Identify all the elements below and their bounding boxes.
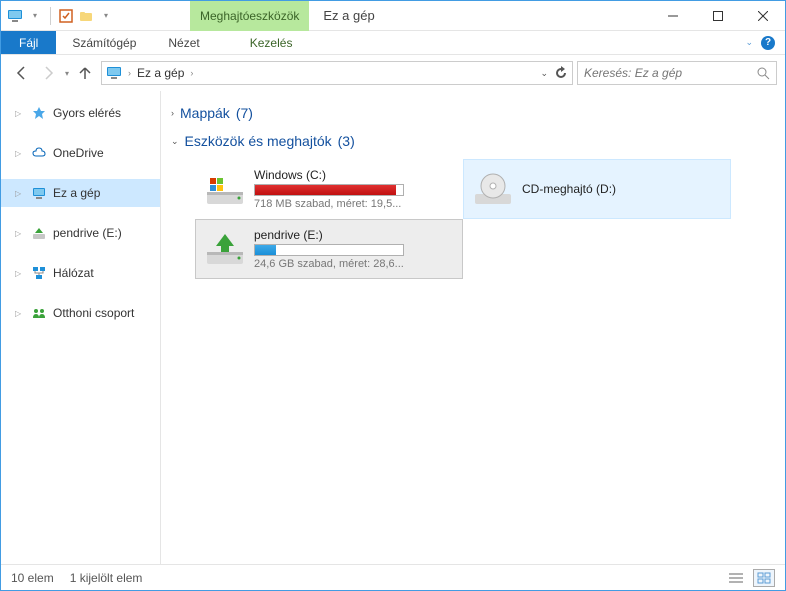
- tab-file[interactable]: Fájl: [1, 31, 56, 54]
- view-tiles-button[interactable]: [753, 569, 775, 587]
- body: ▷ Gyors elérés ▷ OneDrive ▷ Ez a gép ▷ p…: [1, 91, 785, 564]
- group-label: Eszközök és meghajtók: [185, 133, 332, 149]
- minimize-button[interactable]: [650, 1, 695, 30]
- drive-name: pendrive (E:): [254, 228, 454, 242]
- qat-dropdown-icon[interactable]: ▾: [27, 8, 43, 24]
- view-details-button[interactable]: [725, 569, 747, 587]
- ribbon-tabs: Fájl Számítógép Nézet Kezelés ⌄ ?: [1, 31, 785, 55]
- new-folder-icon[interactable]: [78, 8, 94, 24]
- maximize-button[interactable]: [695, 1, 740, 30]
- ribbon-collapse-icon[interactable]: ⌄: [745, 37, 753, 48]
- network-icon: [31, 265, 47, 281]
- navigation-pane: ▷ Gyors elérés ▷ OneDrive ▷ Ez a gép ▷ p…: [1, 91, 161, 564]
- star-icon: [31, 105, 47, 121]
- group-count: (3): [338, 133, 355, 149]
- chevron-right-icon[interactable]: ▷: [15, 229, 25, 238]
- sidebar-item-this-pc[interactable]: ▷ Ez a gép: [1, 179, 160, 207]
- search-icon[interactable]: [757, 67, 770, 80]
- sidebar-item-onedrive[interactable]: ▷ OneDrive: [1, 139, 160, 167]
- properties-icon[interactable]: [58, 8, 74, 24]
- drive-pendrive-e[interactable]: pendrive (E:) 24,6 GB szabad, méret: 28,…: [195, 219, 463, 279]
- chevron-down-icon: ⌄: [171, 136, 179, 147]
- sidebar-item-label: Gyors elérés: [53, 106, 121, 120]
- back-button[interactable]: [9, 61, 33, 85]
- chevron-right-icon[interactable]: ▷: [15, 309, 25, 318]
- sidebar-item-label: Ez a gép: [53, 186, 100, 200]
- address-bar[interactable]: › Ez a gép › ⌄: [101, 61, 573, 85]
- quick-access-toolbar: ▾ ▾: [1, 1, 120, 30]
- up-button[interactable]: [73, 61, 97, 85]
- cd-icon: [472, 168, 514, 210]
- tab-view[interactable]: Nézet: [152, 31, 215, 54]
- drive-name: CD-meghajtó (D:): [522, 182, 722, 196]
- status-selected-count: 1 kijelölt elem: [70, 571, 143, 585]
- breadcrumb-chevron-icon[interactable]: ›: [190, 68, 193, 78]
- this-pc-icon: [7, 8, 23, 24]
- qat-customize-icon[interactable]: ▾: [98, 8, 114, 24]
- drive-cd-d[interactable]: CD-meghajtó (D:): [463, 159, 731, 219]
- sidebar-item-quick-access[interactable]: ▷ Gyors elérés: [1, 99, 160, 127]
- this-pc-icon: [31, 185, 47, 201]
- drives-grid: Windows (C:) 718 MB szabad, méret: 19,5.…: [171, 155, 775, 287]
- window-title: Ez a gép: [309, 8, 388, 23]
- chevron-right-icon[interactable]: ▷: [15, 269, 25, 278]
- chevron-right-icon: ›: [171, 108, 174, 118]
- sidebar-item-label: Hálózat: [53, 266, 94, 280]
- search-box[interactable]: [577, 61, 777, 85]
- drive-freespace: 24,6 GB szabad, méret: 28,6...: [254, 258, 454, 270]
- homegroup-icon: [31, 305, 47, 321]
- drive-capacity-bar: [254, 244, 404, 256]
- close-button[interactable]: [740, 1, 785, 30]
- contextual-tab-header: Meghajtóeszközök: [190, 1, 309, 31]
- status-item-count: 10 elem: [11, 571, 54, 585]
- sidebar-item-label: OneDrive: [53, 146, 104, 160]
- chevron-right-icon[interactable]: ▷: [15, 189, 25, 198]
- cloud-icon: [31, 145, 47, 161]
- chevron-right-icon[interactable]: ▷: [15, 149, 25, 158]
- group-drives-header[interactable]: ⌄ Eszközök és meghajtók (3): [171, 127, 775, 155]
- titlebar: ▾ ▾ Meghajtóeszközök Ez a gép: [1, 1, 785, 31]
- recent-dropdown-icon[interactable]: ▾: [65, 69, 69, 78]
- navigation-bar: ▾ › Ez a gép › ⌄: [1, 55, 785, 91]
- statusbar: 10 elem 1 kijelölt elem: [1, 564, 785, 590]
- drive-capacity-bar: [254, 184, 404, 196]
- content-pane: › Mappák (7) ⌄ Eszközök és meghajtók (3)…: [161, 91, 785, 564]
- window-controls: [650, 1, 785, 30]
- sidebar-item-label: Otthoni csoport: [53, 306, 134, 320]
- hdd-icon: [204, 168, 246, 210]
- breadcrumb-chevron-icon[interactable]: ›: [128, 68, 131, 78]
- chevron-right-icon[interactable]: ▷: [15, 109, 25, 118]
- tab-manage[interactable]: Kezelés: [234, 31, 309, 54]
- refresh-icon[interactable]: [554, 66, 568, 80]
- drive-name: Windows (C:): [254, 168, 454, 182]
- address-dropdown-icon[interactable]: ⌄: [540, 68, 548, 79]
- drive-freespace: 718 MB szabad, méret: 19,5...: [254, 198, 454, 210]
- breadcrumb-item[interactable]: Ez a gép: [137, 66, 184, 80]
- group-folders-header[interactable]: › Mappák (7): [171, 99, 775, 127]
- sidebar-item-pendrive[interactable]: ▷ pendrive (E:): [1, 219, 160, 247]
- search-input[interactable]: [584, 66, 757, 80]
- sidebar-item-network[interactable]: ▷ Hálózat: [1, 259, 160, 287]
- group-count: (7): [236, 105, 253, 121]
- sidebar-item-label: pendrive (E:): [53, 226, 122, 240]
- group-label: Mappák: [180, 105, 230, 121]
- help-icon[interactable]: ?: [761, 36, 775, 50]
- drive-windows-c[interactable]: Windows (C:) 718 MB szabad, méret: 19,5.…: [195, 159, 463, 219]
- forward-button[interactable]: [37, 61, 61, 85]
- tab-computer[interactable]: Számítógép: [56, 31, 152, 54]
- sidebar-item-homegroup[interactable]: ▷ Otthoni csoport: [1, 299, 160, 327]
- address-pc-icon: [106, 65, 122, 81]
- usb-drive-icon: [204, 228, 246, 270]
- usb-icon: [31, 225, 47, 241]
